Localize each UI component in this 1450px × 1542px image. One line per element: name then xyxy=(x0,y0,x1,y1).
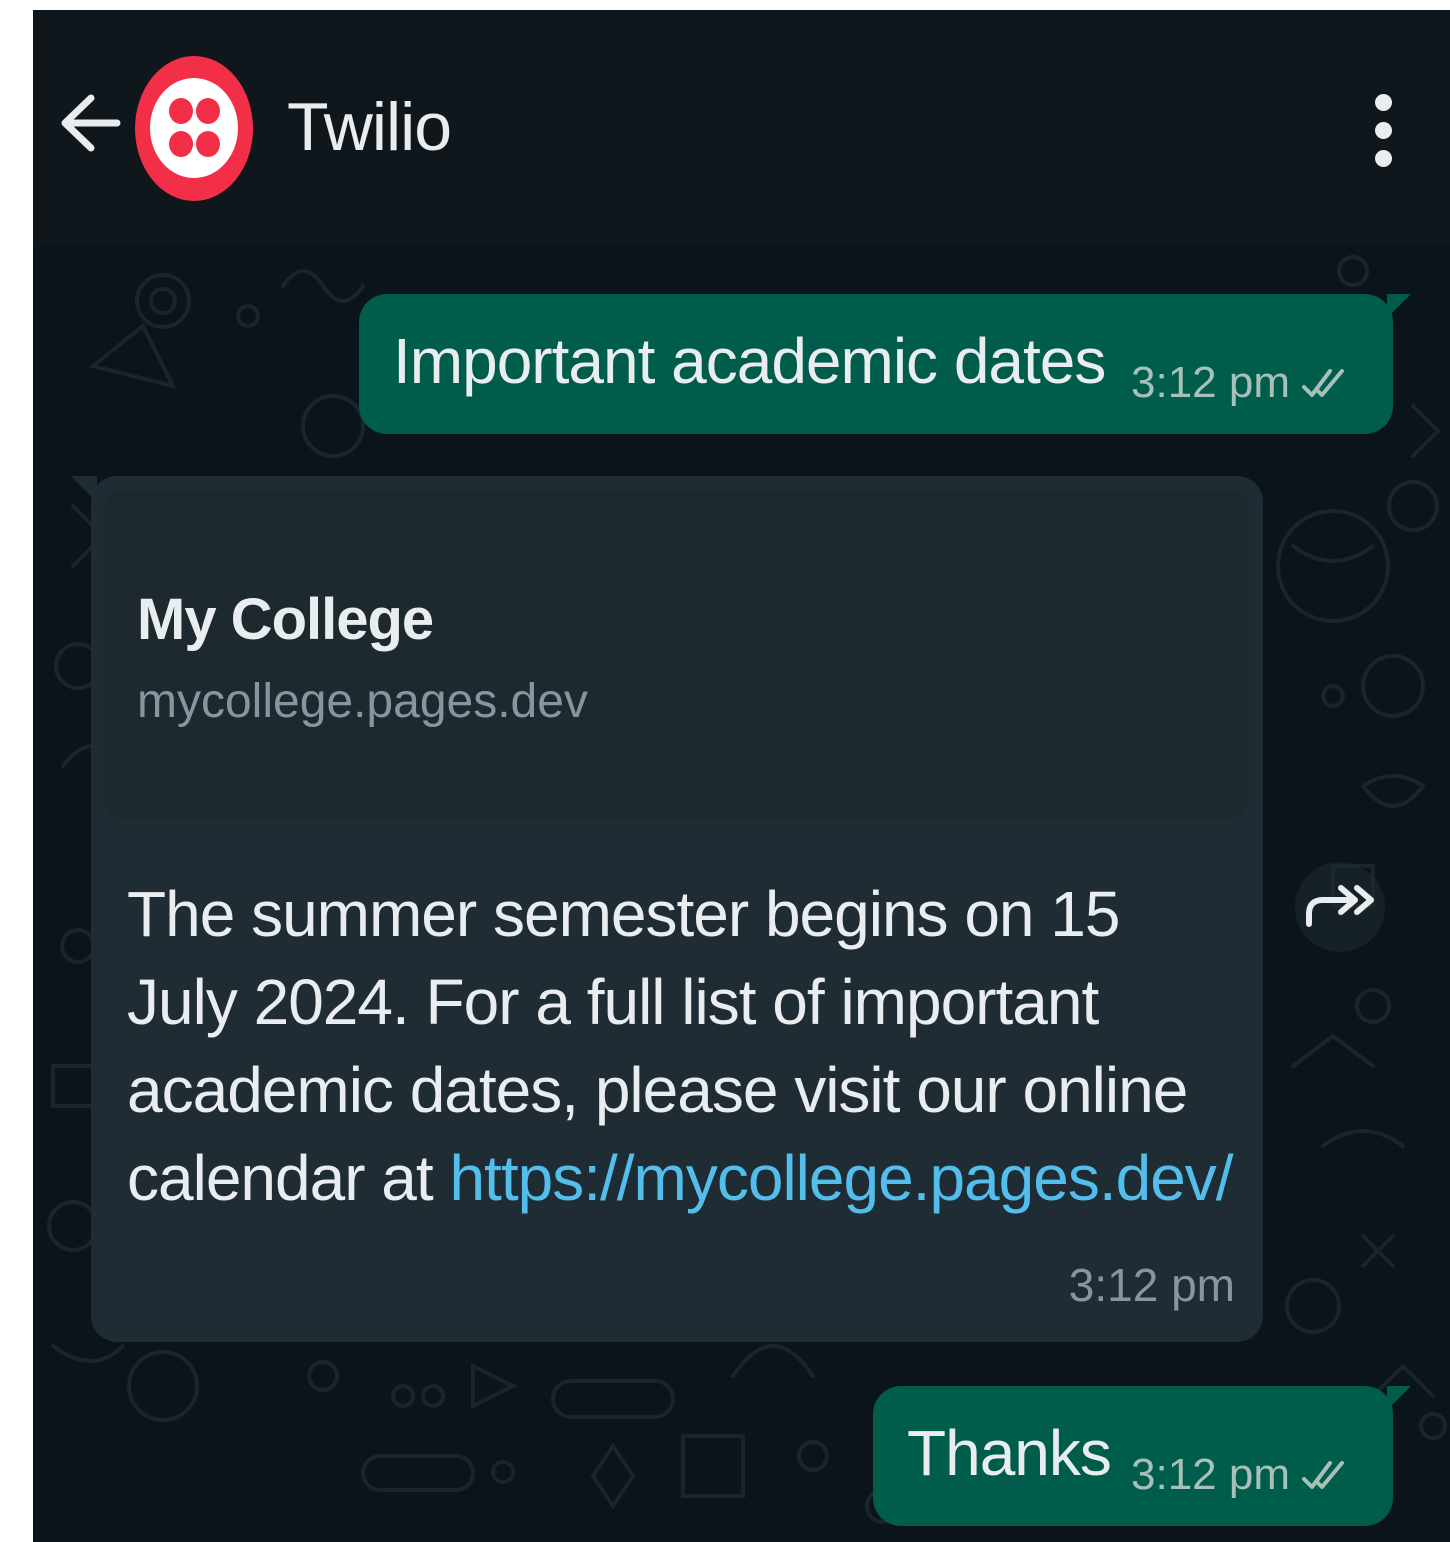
incoming-message[interactable]: My College mycollege.pages.dev The summe… xyxy=(71,476,1263,1342)
message-time: 3:12 pm xyxy=(1131,1450,1290,1499)
chat-screen: Twilio Important academic dates 3:12 pm … xyxy=(33,10,1450,1542)
back-button[interactable] xyxy=(59,88,123,158)
twilio-logo-icon xyxy=(150,78,238,178)
message-body: The summer semester begins on 15 July 20… xyxy=(127,870,1237,1222)
more-options-button[interactable] xyxy=(1363,90,1405,170)
outgoing-message[interactable]: Important academic dates 3:12 pm xyxy=(359,294,1411,434)
arrow-left-icon xyxy=(61,94,121,152)
message-time: 3:12 pm xyxy=(1068,1259,1235,1311)
message-time: 3:12 pm xyxy=(1131,358,1290,407)
message-link[interactable]: https://mycollege.pages.dev/ xyxy=(449,1142,1233,1214)
double-check-icon xyxy=(1301,369,1344,397)
link-preview-domain: mycollege.pages.dev xyxy=(137,675,588,728)
link-preview-card[interactable]: My College mycollege.pages.dev xyxy=(105,490,1249,818)
message-meta: 3:12 pm xyxy=(1131,358,1350,408)
forward-icon xyxy=(1306,885,1374,927)
contact-name[interactable]: Twilio xyxy=(287,88,452,166)
message-text: Thanks xyxy=(907,1417,1112,1489)
outgoing-message[interactable]: Thanks 3:12 pm xyxy=(873,1386,1411,1526)
chat-header: Twilio xyxy=(33,10,1450,246)
double-check-icon xyxy=(1301,1461,1344,1489)
forward-button[interactable] xyxy=(1295,862,1385,952)
link-preview-title: My College xyxy=(137,587,434,652)
message-text: Important academic dates xyxy=(393,325,1106,397)
contact-avatar[interactable] xyxy=(135,56,253,201)
message-list[interactable]: Important academic dates 3:12 pm My Coll… xyxy=(33,246,1450,1542)
message-meta: 3:12 pm xyxy=(1131,1450,1350,1500)
